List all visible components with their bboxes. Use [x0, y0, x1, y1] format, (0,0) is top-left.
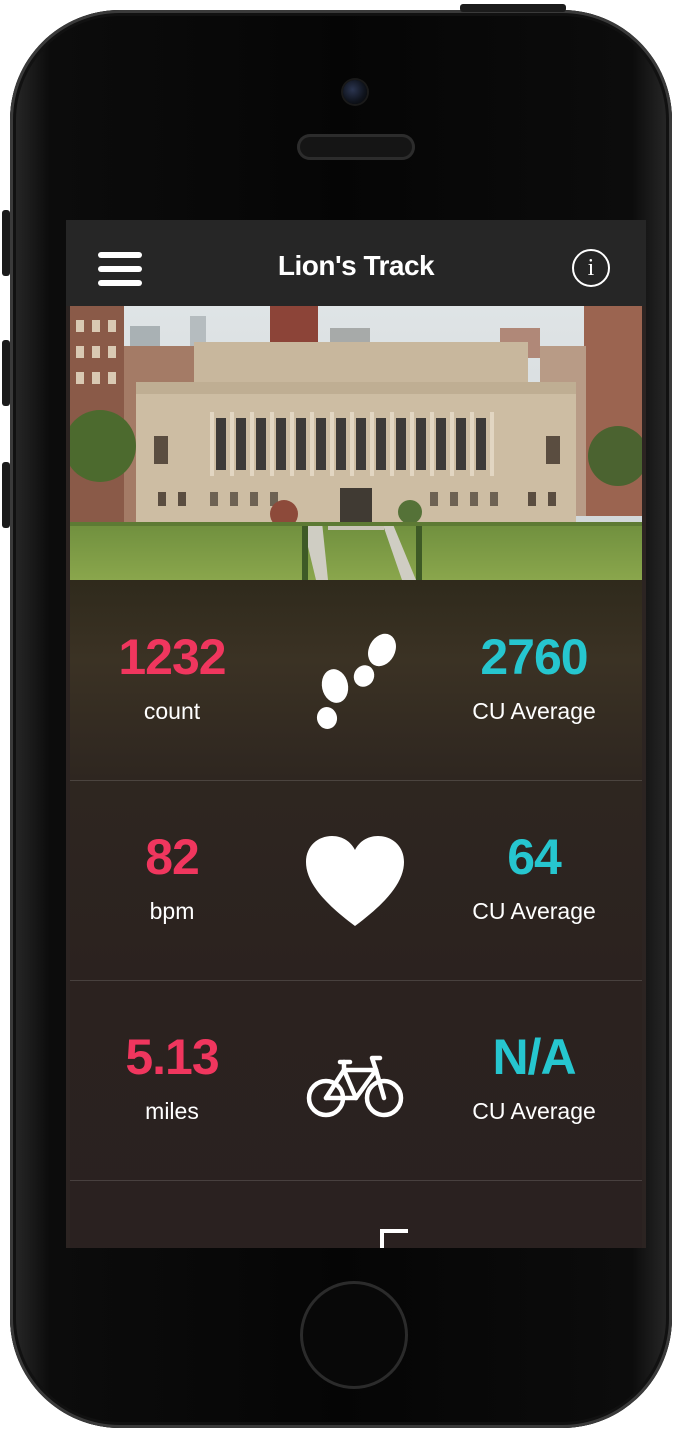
- home-button[interactable]: [300, 1281, 408, 1389]
- heart-rate-average-value: 64: [507, 829, 562, 885]
- footsteps-icon: [316, 633, 396, 729]
- partial-row-value-fragment: [72, 1230, 272, 1248]
- steps-unit-label: count: [143, 698, 201, 724]
- heart-rate-average-label: CU Average: [472, 898, 596, 924]
- silent-switch: [2, 210, 10, 276]
- heart-rate-row: 82 bpm 64 CU Average: [70, 780, 642, 981]
- bicycle-icon: [306, 1055, 404, 1118]
- earpiece-speaker: [297, 134, 415, 160]
- partial-row-icon-fragment: [380, 1229, 408, 1248]
- heart-icon: [306, 836, 404, 926]
- distance-value: 5.13: [125, 1029, 219, 1085]
- heart-rate-value: 82: [145, 829, 200, 885]
- front-camera: [343, 80, 367, 104]
- distance-average-label: CU Average: [472, 1098, 596, 1124]
- distance-row: 5.13 miles N/A CU Average: [70, 980, 642, 1181]
- campus-library-photo: [70, 306, 642, 580]
- steps-row: 1232 count 2760 CU Average: [70, 580, 642, 781]
- page-title: Lion's Track: [277, 250, 435, 281]
- distance-average-value: N/A: [492, 1029, 576, 1085]
- power-button: [460, 4, 566, 12]
- steps-value: 1232: [118, 629, 226, 685]
- stats-panel: 1232 count 2760 CU Average 82 bpm 64 CU …: [70, 580, 642, 1248]
- steps-average-value: 2760: [480, 629, 588, 685]
- volume-down-button: [2, 462, 10, 528]
- partial-row-average-fragment: [434, 1230, 634, 1248]
- volume-up-button: [2, 340, 10, 406]
- steps-average-label: CU Average: [472, 698, 596, 724]
- navigation-bar: Lion's Track i: [66, 220, 646, 306]
- info-icon[interactable]: i: [572, 249, 610, 287]
- heart-rate-unit-label: bpm: [149, 898, 195, 924]
- phone-frame: Lion's Track i 1232 count 2760 CU Averag…: [2, 4, 672, 1428]
- app-screen: Lion's Track i 1232 count 2760 CU Averag…: [66, 220, 646, 1248]
- distance-unit-label: miles: [145, 1098, 199, 1124]
